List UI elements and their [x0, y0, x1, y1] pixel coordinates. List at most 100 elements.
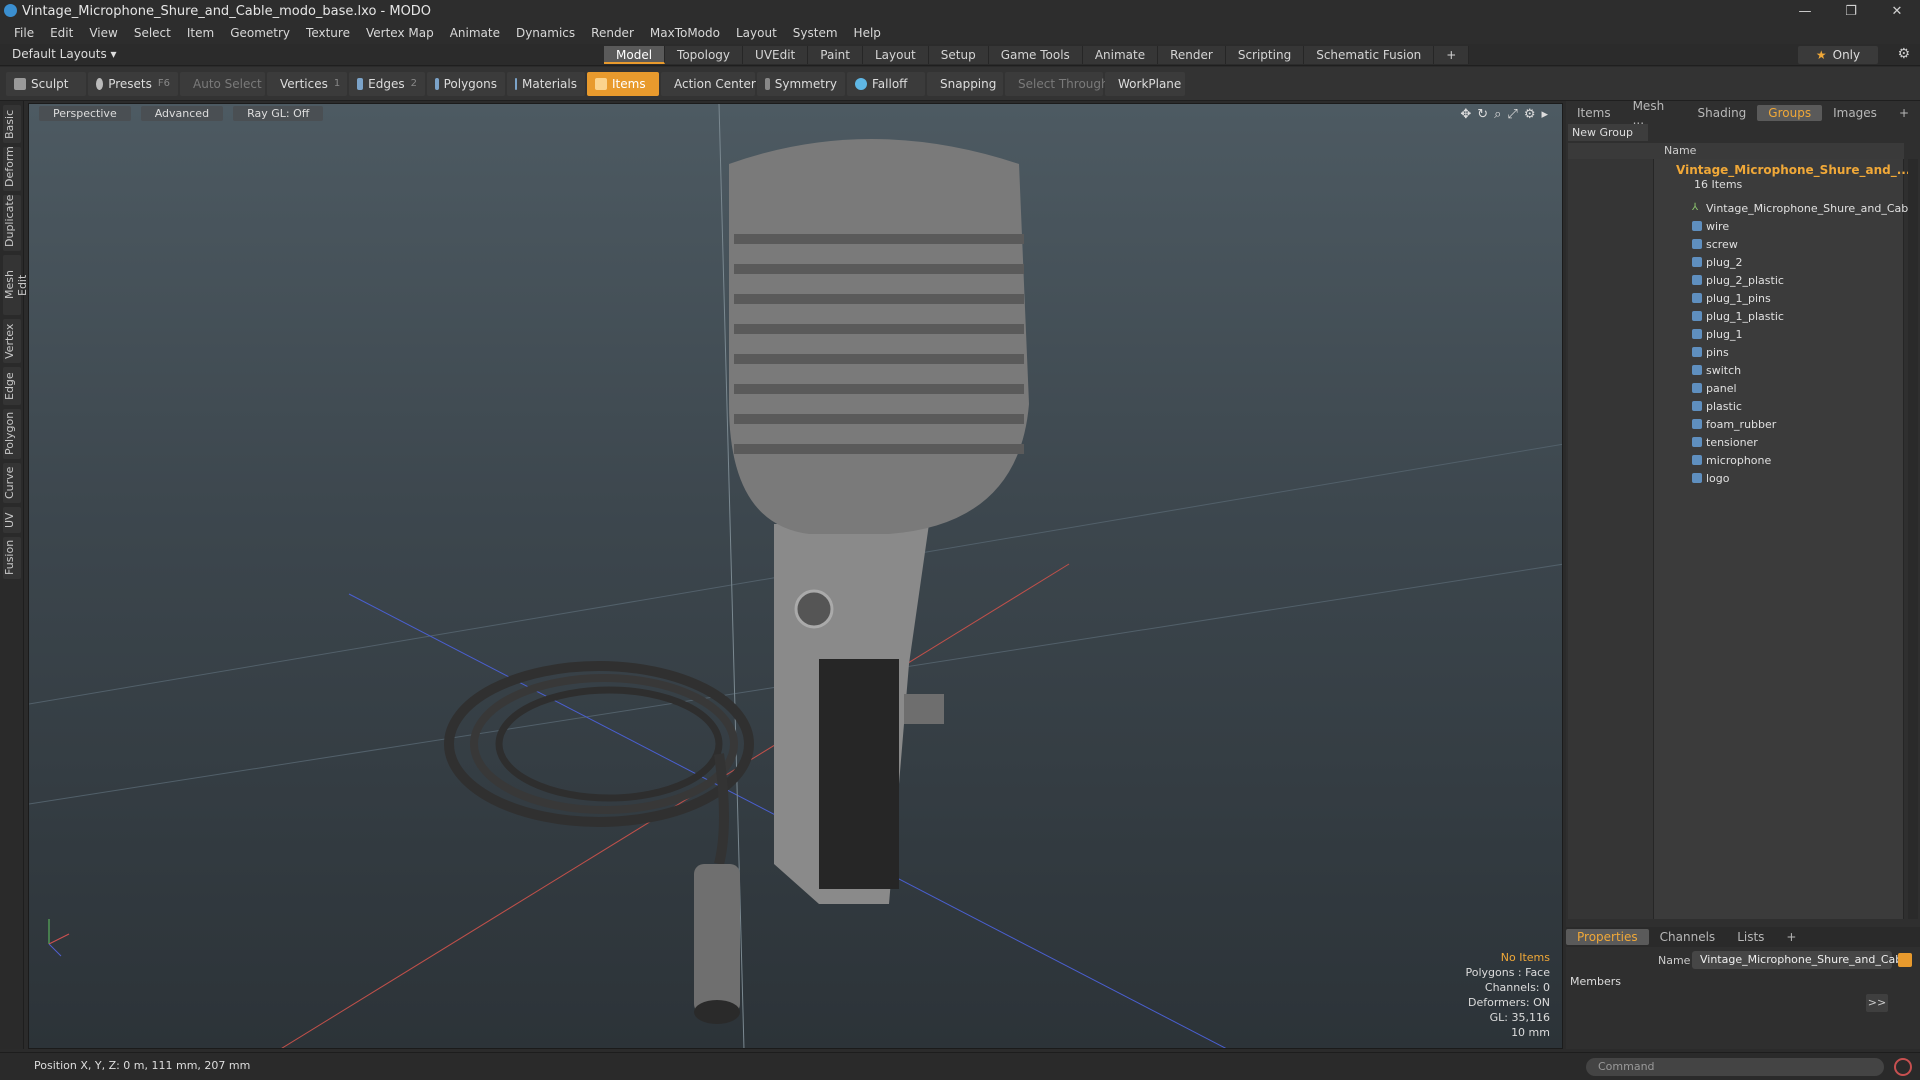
viewport-more-icon[interactable]: ▸	[1541, 107, 1548, 122]
command-history-icon[interactable]	[1894, 1058, 1912, 1076]
group-name[interactable]: Vintage_Microphone_Shure_and_...	[1676, 163, 1910, 177]
list-item[interactable]: switch	[1692, 361, 1741, 379]
workplane-button[interactable]: WorkPlane	[1105, 71, 1185, 96]
lefttab-polygon[interactable]: Polygon	[3, 409, 21, 459]
list-item[interactable]: ⅄ Vintage_Microphone_Shure_and_Cable	[1692, 199, 1918, 217]
list-item[interactable]: plug_1_plastic	[1692, 307, 1784, 325]
list-item[interactable]: plug_1_pins	[1692, 289, 1771, 307]
lefttab-duplicate[interactable]: Duplicate	[3, 195, 21, 251]
list-item[interactable]: tensioner	[1692, 433, 1758, 451]
gear-icon[interactable]: ⚙	[1897, 46, 1910, 62]
vertices-button[interactable]: Vertices 1	[267, 71, 347, 96]
add-properties-tab[interactable]: +	[1775, 929, 1807, 945]
materials-button[interactable]: Materials	[507, 71, 585, 96]
symmetry-button[interactable]: Symmetry	[757, 71, 845, 96]
presets-button[interactable]: Presets F6	[88, 71, 178, 96]
tab-channels[interactable]: Channels	[1649, 929, 1727, 945]
auto-select-button[interactable]: Auto Select	[180, 71, 265, 96]
tab-images[interactable]: Images	[1822, 105, 1888, 121]
tab-shading[interactable]: Shading	[1687, 105, 1758, 121]
menu-dynamics[interactable]: Dynamics	[508, 26, 583, 40]
tab-topology[interactable]: Topology	[665, 46, 744, 64]
menu-help[interactable]: Help	[846, 26, 889, 40]
polygons-button[interactable]: Polygons	[427, 71, 505, 96]
list-item[interactable]: logo	[1692, 469, 1730, 487]
menu-view[interactable]: View	[81, 26, 125, 40]
list-item[interactable]: screw	[1692, 235, 1738, 253]
tab-lists[interactable]: Lists	[1726, 929, 1775, 945]
tab-items[interactable]: Items	[1566, 105, 1622, 121]
menu-texture[interactable]: Texture	[298, 26, 358, 40]
default-layouts-dropdown[interactable]: Default Layouts ▾	[12, 47, 117, 61]
tab-groups[interactable]: Groups	[1757, 105, 1823, 121]
tab-model[interactable]: Model	[604, 46, 666, 64]
restore-button[interactable]: ❐	[1828, 0, 1874, 22]
lefttab-deform[interactable]: Deform	[3, 146, 21, 191]
sculpt-button[interactable]: Sculpt	[6, 71, 86, 96]
tab-animate[interactable]: Animate	[1082, 46, 1159, 64]
members-section[interactable]: Members	[1570, 975, 1621, 988]
lefttab-mesh-edit[interactable]: Mesh Edit	[3, 255, 29, 315]
lefttab-uv[interactable]: UV	[3, 507, 21, 533]
list-item[interactable]: plug_2_plastic	[1692, 271, 1784, 289]
falloff-button[interactable]: Falloff	[847, 71, 925, 96]
close-button[interactable]: ✕	[1874, 0, 1920, 22]
lefttab-curve[interactable]: Curve	[3, 463, 21, 503]
lefttab-basic[interactable]: Basic	[3, 105, 21, 143]
list-item[interactable]: plug_1	[1692, 325, 1743, 343]
menu-vertex-map[interactable]: Vertex Map	[358, 26, 442, 40]
move-view-icon[interactable]: ✥	[1460, 107, 1471, 122]
viewport-gear-icon[interactable]: ⚙	[1524, 107, 1536, 122]
list-item[interactable]: plug_2	[1692, 253, 1743, 271]
menu-select[interactable]: Select	[126, 26, 179, 40]
rotate-view-icon[interactable]: ↻	[1477, 107, 1488, 122]
lefttab-fusion[interactable]: Fusion	[3, 537, 21, 579]
tab-setup[interactable]: Setup	[928, 46, 989, 64]
lefttab-edge[interactable]: Edge	[3, 367, 21, 405]
only-button[interactable]: ★ Only	[1798, 46, 1878, 64]
groups-scrollbar[interactable]	[1908, 159, 1918, 919]
perspective-dropdown[interactable]: Perspective	[39, 106, 131, 121]
group-color-swatch[interactable]	[1898, 953, 1912, 967]
list-item[interactable]: microphone	[1692, 451, 1771, 469]
menu-file[interactable]: File	[6, 26, 42, 40]
action-center-button[interactable]: Action Center	[661, 71, 756, 96]
members-expand-button[interactable]: >>	[1866, 994, 1888, 1012]
menu-render[interactable]: Render	[583, 26, 642, 40]
menu-animate[interactable]: Animate	[442, 26, 508, 40]
advanced-dropdown[interactable]: Advanced	[140, 106, 224, 121]
tab-paint[interactable]: Paint	[808, 46, 863, 64]
menu-geometry[interactable]: Geometry	[222, 26, 298, 40]
tab-properties[interactable]: Properties	[1566, 929, 1649, 945]
list-item[interactable]: foam_rubber	[1692, 415, 1776, 433]
zoom-view-icon[interactable]: ⌕	[1494, 107, 1501, 122]
tab-uvedit[interactable]: UVEdit	[743, 46, 809, 64]
snapping-button[interactable]: Snapping	[927, 71, 1003, 96]
command-input[interactable]: Command	[1586, 1058, 1884, 1076]
tab-schematic-fusion[interactable]: Schematic Fusion	[1304, 46, 1435, 64]
maximize-view-icon[interactable]: ⤢	[1507, 107, 1517, 122]
add-panel-tab[interactable]: +	[1888, 105, 1920, 121]
tab-layout[interactable]: Layout	[862, 46, 929, 64]
new-group-button[interactable]: New Group	[1568, 124, 1648, 141]
lefttab-vertex[interactable]: Vertex	[3, 319, 21, 363]
tab-game-tools[interactable]: Game Tools	[988, 46, 1083, 64]
menu-edit[interactable]: Edit	[42, 26, 81, 40]
list-item[interactable]: wire	[1692, 217, 1729, 235]
menu-layout[interactable]: Layout	[728, 26, 785, 40]
name-column-header[interactable]: Name	[1664, 144, 1696, 157]
list-item[interactable]: panel	[1692, 379, 1737, 397]
tab-scripting[interactable]: Scripting	[1225, 46, 1305, 64]
3d-viewport[interactable]: Perspective Advanced Ray GL: Off ✥ ↻ ⌕ ⤢…	[28, 103, 1563, 1049]
menu-item[interactable]: Item	[179, 26, 222, 40]
name-field[interactable]: Vintage_Microphone_Shure_and_Cable	[1692, 951, 1912, 969]
items-button[interactable]: Items	[587, 71, 659, 96]
tab-render[interactable]: Render	[1158, 46, 1226, 64]
menu-system[interactable]: System	[785, 26, 846, 40]
minimize-button[interactable]: —	[1782, 0, 1828, 22]
select-through-button[interactable]: Select Through	[1005, 71, 1109, 96]
raygl-toggle[interactable]: Ray GL: Off	[233, 106, 324, 121]
add-tab-button[interactable]: +	[1434, 46, 1470, 64]
menu-maxtomodo[interactable]: MaxToModo	[642, 26, 728, 40]
list-item[interactable]: plastic	[1692, 397, 1742, 415]
